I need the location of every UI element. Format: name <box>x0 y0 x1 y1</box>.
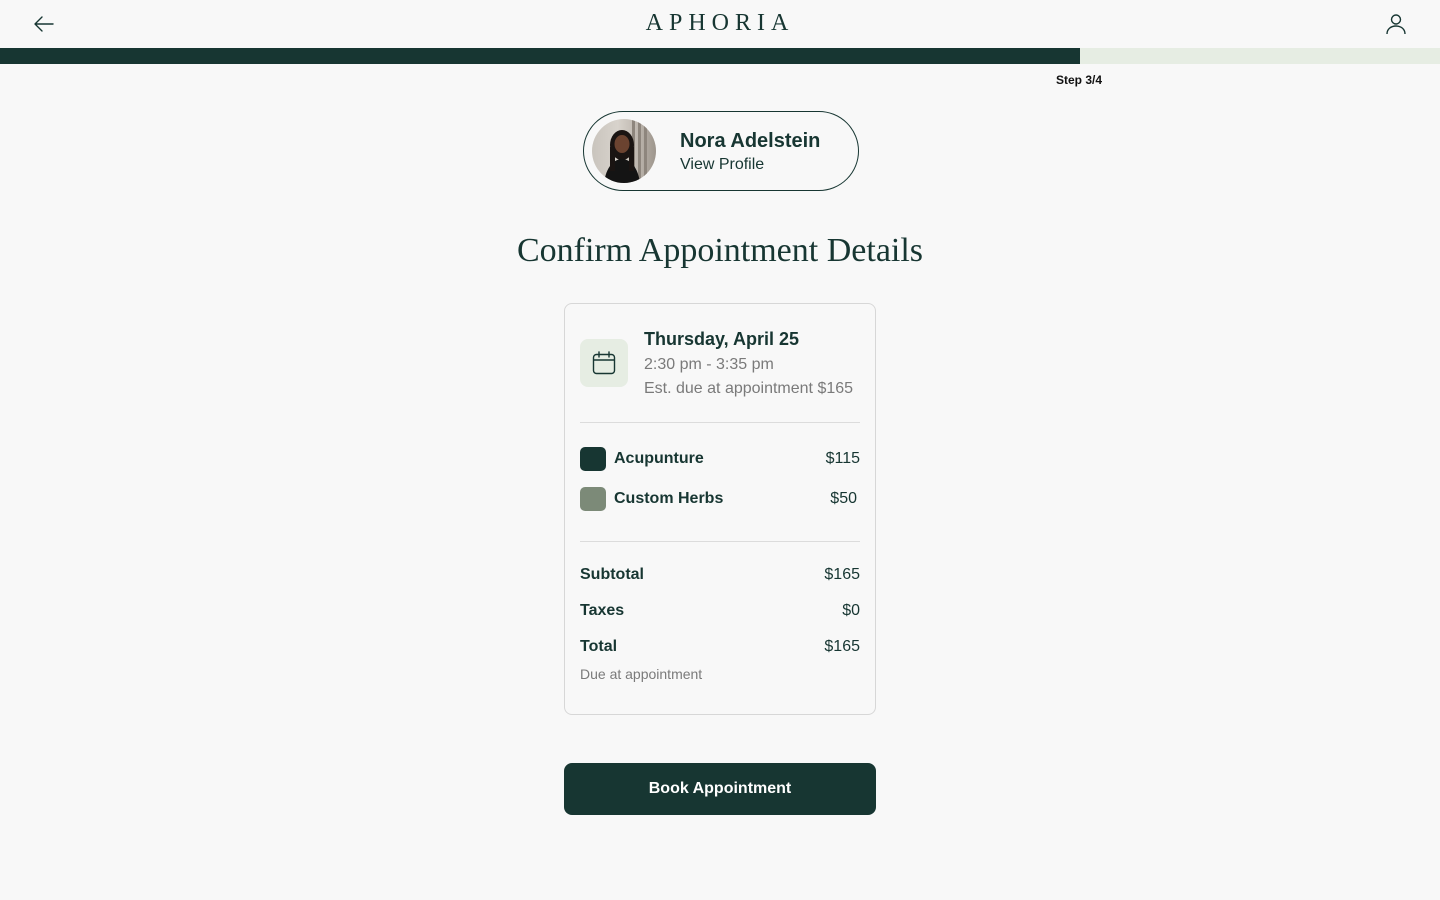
user-account-button[interactable] <box>1382 10 1410 38</box>
service-row: Acupunture $115 <box>580 447 860 471</box>
service-row: Custom Herbs $50 <box>580 487 860 511</box>
subtotal-label: Subtotal <box>580 566 644 583</box>
progress-bar <box>0 48 1440 64</box>
divider <box>580 541 860 542</box>
appointment-date: Thursday, April 25 <box>644 329 800 349</box>
divider <box>580 422 860 423</box>
appointment-time: 2:30 pm - 3:35 pm <box>644 356 774 373</box>
total-label: Total <box>580 638 618 655</box>
calendar-icon <box>592 351 616 375</box>
service-price: $50 <box>830 490 857 507</box>
book-appointment-button[interactable]: Book Appointment <box>564 763 876 815</box>
avatar <box>592 119 656 183</box>
total-row: Total $165 <box>580 638 860 656</box>
total-value: $165 <box>824 638 860 655</box>
view-profile-link[interactable]: View Profile <box>680 156 764 174</box>
brand-logo[interactable]: APHORIA <box>0 10 1440 37</box>
service-price: $115 <box>825 450 860 467</box>
taxes-value: $0 <box>842 602 860 619</box>
taxes-label: Taxes <box>580 602 625 619</box>
service-name: Custom Herbs <box>614 490 724 507</box>
service-name: Acupunture <box>614 450 704 467</box>
provider-card[interactable]: Nora Adelstein View Profile <box>583 111 859 191</box>
due-note: Due at appointment <box>580 666 703 682</box>
progress-fill <box>0 48 1080 64</box>
appointment-summary-card: Thursday, April 25 2:30 pm - 3:35 pm Est… <box>564 303 876 715</box>
top-bar: APHORIA <box>0 0 1440 48</box>
step-indicator: Step 3/4 <box>1056 73 1103 87</box>
calendar-badge <box>580 339 628 387</box>
provider-name: Nora Adelstein <box>680 130 821 152</box>
subtotal-row: Subtotal $165 <box>580 566 860 584</box>
user-icon <box>1386 14 1406 35</box>
estimated-due: Est. due at appointment $165 <box>644 380 854 397</box>
subtotal-value: $165 <box>824 566 860 583</box>
taxes-row: Taxes $0 <box>580 602 860 620</box>
service-color-swatch <box>580 487 606 511</box>
page-title: Confirm Appointment Details <box>516 232 924 269</box>
service-color-swatch <box>580 447 606 471</box>
